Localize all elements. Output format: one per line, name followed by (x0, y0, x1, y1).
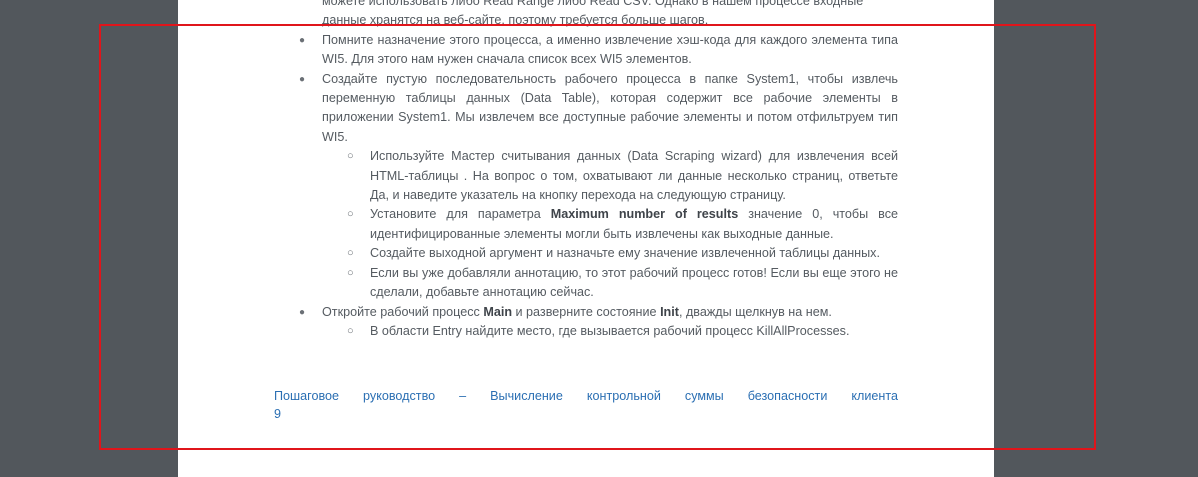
sub-list-item: ○ Если вы уже добавляли аннотацию, то эт… (274, 264, 898, 303)
sub-bullet-icon: ○ (347, 208, 354, 221)
sub-list-item-text: Установите для параметра Maximum number … (370, 207, 898, 240)
sub-list-item-text: Используйте Мастер считывания данных (Da… (370, 149, 898, 203)
sub-bullet-icon: ○ (347, 247, 354, 260)
text-fragment: и разверните состояние (512, 304, 661, 319)
document-page: можете использовать либо Read Range либо… (178, 0, 994, 477)
sub-list-item-text: Создайте выходной аргумент и назначьте е… (370, 246, 880, 261)
sub-bullet-icon: ○ (347, 266, 354, 279)
list-item: ● Создайте пустую последовательность раб… (274, 70, 898, 148)
sub-bullet-icon: ○ (347, 150, 354, 163)
sub-list-item: ○ Создайте выходной аргумент и назначьте… (274, 244, 898, 263)
sub-list-item-text: В области Entry найдите место, где вызыв… (370, 323, 850, 338)
text-fragment: Установите для параметра (370, 207, 551, 222)
sub-list-item: ○ Установите для параметра Maximum numbe… (274, 205, 898, 244)
footer-link[interactable]: Пошаговое руководство – Вычисление контр… (274, 387, 898, 406)
bullet-icon: ● (299, 73, 306, 85)
sub-bullet-icon: ○ (347, 324, 354, 337)
list-item: ● Откройте рабочий процесс Main и развер… (274, 303, 898, 322)
document-body: можете использовать либо Read Range либо… (274, 0, 898, 341)
list-item-text: Откройте рабочий процесс Main и разверни… (322, 305, 832, 319)
list-item-text: Создайте пустую последовательность рабоч… (322, 71, 898, 144)
list-item: ● Помните назначение этого процесса, а и… (274, 31, 898, 70)
state-name: Init (660, 304, 679, 319)
partial-line-1: можете использовать либо Read Range либо… (322, 0, 864, 8)
workflow-name: Main (483, 304, 513, 319)
list-item-text: Помните назначение этого процесса, а име… (322, 32, 898, 67)
parameter-name: Maximum number of results (550, 207, 739, 222)
bullet-icon: ● (299, 34, 306, 46)
text-fragment: Откройте рабочий процесс (322, 304, 484, 319)
sub-list-item: ○ В области Entry найдите место, где выз… (274, 322, 898, 341)
sub-list-item: ○ Используйте Мастер считывания данных (… (274, 147, 898, 205)
page-number: 9 (274, 407, 282, 421)
partial-line-2: данные хранятся на веб-сайте, поэтому тр… (322, 13, 709, 28)
bullet-icon: ● (299, 306, 306, 318)
partial-paragraph: можете использовать либо Read Range либо… (274, 0, 898, 31)
text-fragment: , дважды щелкнув на нем. (678, 304, 832, 319)
sub-list-item-text: Если вы уже добавляли аннотацию, то этот… (370, 265, 898, 300)
